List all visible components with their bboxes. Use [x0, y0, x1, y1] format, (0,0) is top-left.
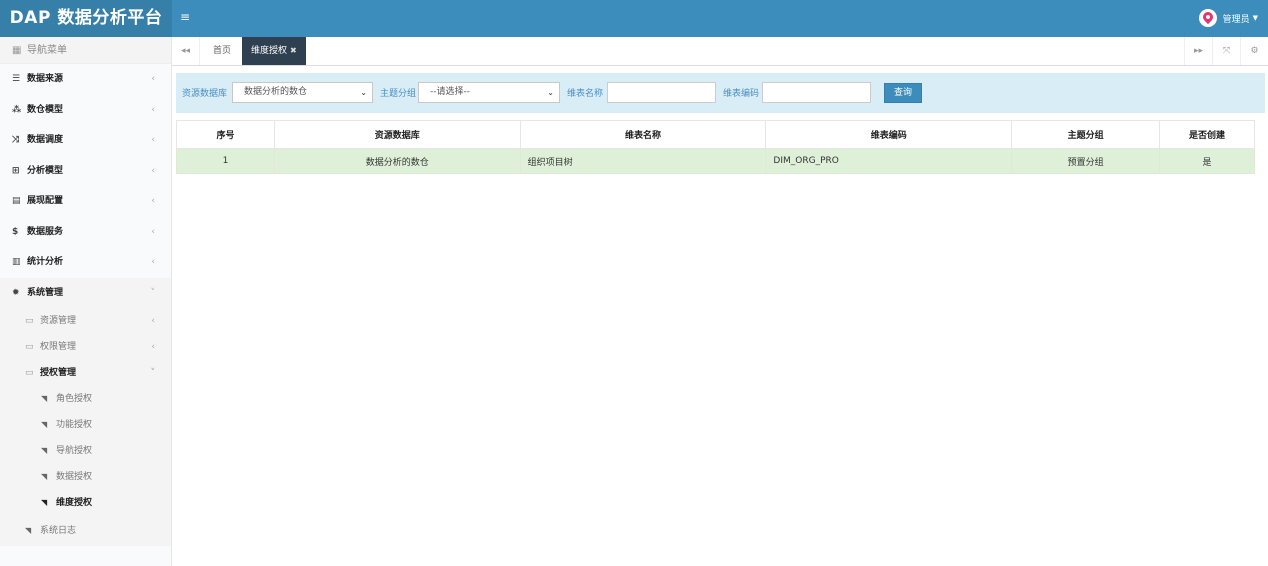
chevron-left-icon: ‹	[151, 257, 155, 267]
sidebar-item-system-management[interactable]: ✹ 系统管理 ˅	[0, 277, 171, 308]
chevron-left-icon: ‹	[151, 104, 155, 115]
tabs-bar: ◂◂ 首页 维度授权 ✖ ▸▸ ⤧ ⚙	[172, 37, 1268, 66]
gear-icon[interactable]: ⚙	[1240, 37, 1268, 65]
column-header[interactable]: 主题分组	[1011, 120, 1161, 149]
column-header[interactable]: 是否创建	[1159, 120, 1255, 149]
column-header[interactable]: 维表编码	[765, 120, 1013, 149]
sidebar-item-data-auth[interactable]: ◥ 数据授权	[0, 464, 171, 490]
sidebar-item-data-service[interactable]: $ 数据服务 ‹	[0, 217, 171, 248]
column-header[interactable]: 序号	[176, 120, 275, 149]
chevron-left-icon: ‹	[151, 316, 155, 326]
user-menu[interactable]: 管理员 ▼	[1198, 8, 1258, 28]
leaf-icon: ◥	[25, 526, 32, 535]
main-content: 资源数据库 数据分析的数仓 ⌄ 主题分组 --请选择-- ⌄ 维表名称 维表编码 查…	[172, 66, 1268, 566]
cubes-icon: ⁂	[12, 104, 22, 115]
sidebar-item-statistics[interactable]: ▥ 统计分析 ‹	[0, 247, 171, 278]
gear-icon: ✹	[12, 287, 20, 298]
filter-bar: 资源数据库 数据分析的数仓 ⌄ 主题分组 --请选择-- ⌄ 维表名称 维表编码 查…	[176, 73, 1265, 113]
sidebar-item-warehouse-model[interactable]: ⁂ 数仓模型 ‹	[0, 95, 171, 126]
table-cell: DIM_ORG_PRO	[765, 148, 1013, 174]
sidebar-item-resource-management[interactable]: ▭ 资源管理 ‹	[0, 308, 171, 334]
folder-open-icon: ▭	[25, 368, 34, 378]
shuffle-icon: ⤨	[12, 135, 20, 145]
folder-icon: ▭	[25, 342, 34, 352]
table-cell: 数据分析的数仓	[273, 148, 521, 174]
system-submenu: ▭ 资源管理 ‹ ▭ 权限管理 ‹ ▭ 授权管理 ˅ ◥ 角色授权 ◥ 功能授权 ◥ 导航授权 ◥…	[0, 308, 171, 546]
sidebar-item-authorization-management[interactable]: ▭ 授权管理 ˅	[0, 360, 171, 386]
user-name: 管理员	[1222, 14, 1250, 25]
sidebar-header: ▦ 导航菜单	[0, 37, 171, 64]
column-header[interactable]: 维表名称	[519, 120, 767, 149]
table-cell: 组织项目树	[519, 148, 767, 174]
leaf-icon: ◥	[41, 420, 48, 429]
dimension-table: 序号 资源数据库 维表名称 维表编码 主题分组 是否创建 1 数据分析的数仓 组…	[176, 120, 1255, 174]
sidebar-item-data-schedule[interactable]: ⤨ 数据调度 ‹	[0, 125, 171, 156]
sidebar-item-role-auth[interactable]: ◥ 角色授权	[0, 386, 171, 412]
chevron-down-icon: ˅	[150, 287, 156, 298]
sidebar-item-analysis-model[interactable]: ⊞ 分析模型 ‹	[0, 156, 171, 187]
db-label: 资源数据库	[182, 89, 228, 99]
table-header-row: 序号 资源数据库 维表名称 维表编码 主题分组 是否创建	[176, 120, 1255, 149]
name-input[interactable]	[607, 82, 716, 103]
column-header[interactable]: 资源数据库	[273, 120, 521, 149]
sidebar-item-display-config[interactable]: ▤ 展现配置 ‹	[0, 186, 171, 217]
avatar	[1198, 9, 1217, 27]
sidebar-item-system-log[interactable]: ◥ 系统日志	[0, 516, 171, 546]
table-cell: 1	[176, 148, 275, 174]
chevron-left-icon: ‹	[151, 342, 155, 352]
chevron-down-icon: ˅	[150, 368, 156, 378]
tab-dimension-auth[interactable]: 维度授权 ✖	[242, 37, 306, 65]
sitemap-icon: ⊞	[12, 165, 20, 176]
grid-icon: ▦	[12, 45, 22, 56]
chevron-down-icon: ⌄	[547, 88, 554, 97]
table-cell: 是	[1159, 148, 1255, 174]
chevron-left-icon: ‹	[151, 135, 155, 145]
chevron-left-icon: ‹	[151, 165, 155, 176]
film-icon: ▤	[12, 196, 21, 206]
chevron-down-icon: ▼	[1252, 14, 1258, 22]
code-input[interactable]	[762, 82, 871, 103]
code-label: 维表编码	[723, 89, 760, 99]
bar-chart-icon: ▥	[12, 257, 21, 267]
tab-scroll-left-icon[interactable]: ◂◂	[172, 37, 200, 65]
chevron-left-icon: ‹	[151, 74, 155, 84]
fullscreen-icon[interactable]: ⤧	[1212, 37, 1240, 65]
group-label: 主题分组	[380, 89, 417, 99]
dollar-icon: $	[12, 226, 19, 237]
close-icon[interactable]: ✖	[290, 46, 297, 55]
table-row[interactable]: 1 数据分析的数仓 组织项目树 DIM_ORG_PRO 预置分组 是	[176, 148, 1255, 174]
name-label: 维表名称	[567, 89, 604, 99]
sidebar-item-function-auth[interactable]: ◥ 功能授权	[0, 412, 171, 438]
folder-icon: ▭	[25, 316, 34, 326]
chevron-left-icon: ‹	[151, 226, 155, 237]
leaf-icon: ◥	[41, 472, 48, 481]
sidebar-item-data-source[interactable]: ☰ 数据来源 ‹	[0, 64, 171, 95]
sidebar-item-permission-management[interactable]: ▭ 权限管理 ‹	[0, 334, 171, 360]
group-select[interactable]: --请选择-- ⌄	[418, 82, 560, 103]
sidebar: ▦ 导航菜单 ☰ 数据来源 ‹ ⁂ 数仓模型 ‹ ⤨ 数据调度 ‹ ⊞ 分析模型 ‹ ▤ 展现配置 ‹…	[0, 37, 172, 566]
chevron-down-icon: ⌄	[360, 88, 367, 97]
chevron-left-icon: ‹	[151, 196, 155, 206]
leaf-icon: ◥	[41, 498, 48, 507]
leaf-icon: ◥	[41, 446, 48, 455]
sidebar-item-dimension-auth[interactable]: ◥ 维度授权	[0, 490, 171, 516]
sidebar-toggle-icon[interactable]: ≡	[180, 10, 194, 24]
app-title[interactable]: DAP 数据分析平台	[0, 0, 172, 37]
top-navbar: DAP 数据分析平台 ≡ 管理员 ▼	[0, 0, 1268, 37]
db-select[interactable]: 数据分析的数仓 ⌄	[232, 82, 373, 103]
table-cell: 预置分组	[1011, 148, 1161, 174]
tab-scroll-right-icon[interactable]: ▸▸	[1184, 37, 1212, 65]
sidebar-item-nav-auth[interactable]: ◥ 导航授权	[0, 438, 171, 464]
leaf-icon: ◥	[41, 394, 48, 403]
tab-home[interactable]: 首页	[204, 37, 240, 65]
search-button[interactable]: 查询	[884, 83, 922, 103]
database-icon: ☰	[12, 74, 21, 84]
